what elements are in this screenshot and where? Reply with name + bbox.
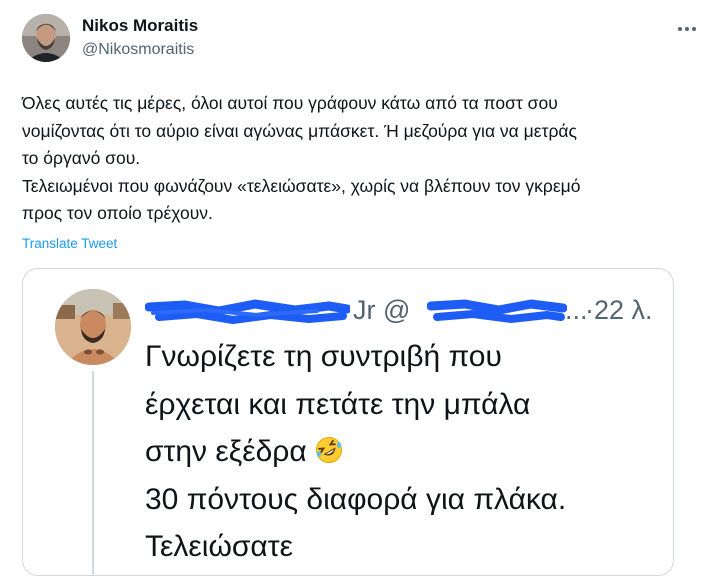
name-redaction-scribble (145, 299, 350, 324)
tweet-text-line: νομίζοντας ότι το αύριο είναι αγώνας μπά… (22, 120, 577, 141)
quoted-name-suffix: Jr @ (353, 295, 411, 325)
quoted-author-avatar (55, 289, 131, 365)
quoted-tweet-header: Jr @ ... ·22 λ. (145, 289, 665, 333)
more-dots-icon (678, 27, 696, 31)
quoted-text-line: 30 πόντους διαφορά για πλάκα. (145, 482, 567, 516)
quoted-timestamp: ·22 λ. (585, 295, 653, 325)
tweet-text-line: το όργανό σου. (22, 148, 141, 168)
tweet-card: Nikos Moraitis @Nikosmoraitis Όλες αυτές… (0, 0, 708, 582)
more-options-button[interactable] (674, 16, 700, 42)
author-avatar-photo (22, 14, 70, 62)
author-name[interactable]: Nikos Moraitis (82, 16, 198, 36)
tweet-text-line: προς τον οποίο τρέχουν. (22, 203, 213, 223)
quoted-tweet-card[interactable]: Jr @ ... ·22 λ. Γνωρίζετε τη συντριβή πο… (22, 268, 674, 576)
tweet-text-line: Τελειωμένοι που φωνάζουν «τελειώσατε», χ… (22, 175, 581, 196)
translate-tweet-link[interactable]: Translate Tweet (22, 236, 117, 251)
handle-redaction-scribble (427, 299, 567, 323)
quoted-text-line: Γνωρίζετε τη συντριβή που (145, 340, 502, 373)
tweet-text-line: Όλες αυτές τις μέρες, όλοι αυτοί που γρά… (22, 93, 558, 113)
author-handle[interactable]: @Nikosmoraitis (82, 41, 194, 59)
tweet-text: Όλες αυτές τις μέρες, όλοι αυτοί που γρά… (22, 90, 692, 228)
quoted-text-line: Τελειώσατε (145, 530, 293, 563)
quoted-text-line: στην εξέδρα (145, 428, 665, 476)
quoted-text-segment: στην εξέδρα (145, 435, 307, 468)
thread-connector-line (92, 371, 94, 575)
rolling-on-floor-laughing-emoji-icon (315, 431, 343, 463)
author-avatar[interactable] (22, 14, 70, 62)
quoted-avatar-photo (55, 289, 131, 365)
quoted-text-line: έρχεται και πετάτε την μπάλα (145, 387, 531, 421)
quoted-tweet-text: Γνωρίζετε τη συντριβή που έρχεται και πε… (145, 333, 665, 571)
